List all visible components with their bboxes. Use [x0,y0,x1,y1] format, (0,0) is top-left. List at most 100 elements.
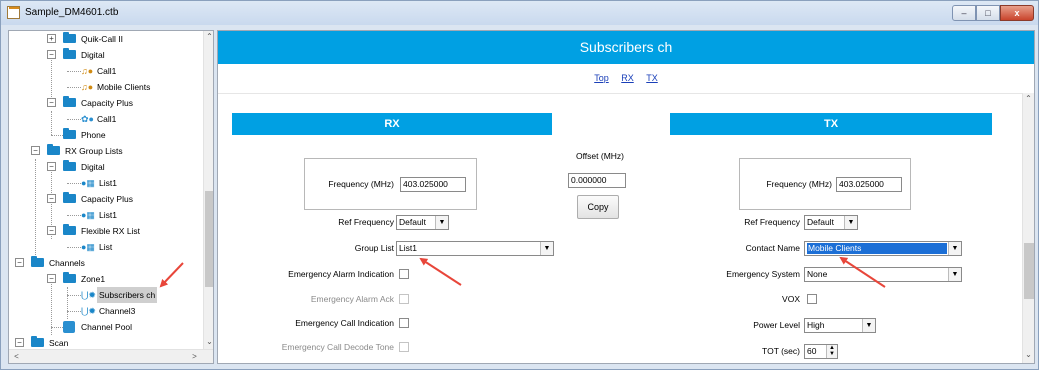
tree-item-label: Call1 [97,114,117,124]
divider [218,93,1022,94]
scrollbar-thumb[interactable] [205,191,213,287]
collapse-icon[interactable]: − [47,50,56,59]
collapse-icon[interactable]: − [15,338,24,347]
collapse-icon[interactable]: − [31,146,40,155]
scroll-up-icon[interactable]: ⌃ [204,31,213,43]
list-icon: ●▦ [81,242,95,252]
chevron-down-icon: ▼ [948,242,961,255]
scroll-left-icon[interactable]: < [11,351,22,363]
tree-item-zone1[interactable]: − Zone1 [9,271,199,287]
emergency-call-decode-tone-checkbox[interactable] [399,342,409,352]
tree-item-label: Zone1 [81,274,106,284]
content-vertical-scrollbar[interactable]: ⌃ ⌄ [1022,93,1034,363]
emergency-call-indication-label: Emergency Call Indication [295,318,394,328]
tree-item-flexible-rx-list[interactable]: − Flexible RX List [9,223,199,239]
tree-item-digital[interactable]: − Digital [9,159,199,175]
tree-guide-line [67,71,81,72]
contact-icon: ♫● [81,82,94,92]
tree-item-channel3[interactable]: ⋃✹ Channel3 [9,303,199,319]
folder-icon [63,224,76,235]
tree-item-call1[interactable]: ♫● Call1 [9,63,199,79]
tx-frequency-input[interactable]: 403.025000 [836,177,902,192]
tree-item-label: Flexible RX List [81,226,141,236]
tree-guide-line [67,87,81,88]
minimize-button[interactable]: – [952,5,976,21]
emergency-alarm-ack-checkbox[interactable] [399,294,409,304]
collapse-icon[interactable]: − [47,98,56,107]
tree-item-quik-call-ii[interactable]: + Quik-Call II [9,31,199,47]
tree-item-label: Quik-Call II [81,34,124,44]
folder-icon [63,160,76,171]
tree-guide-line [67,183,81,184]
scroll-right-icon[interactable]: > [189,351,200,363]
vox-checkbox[interactable] [807,294,817,304]
channel-icon: ⋃✹ [81,306,96,316]
group-list-select[interactable]: List1 ▼ [396,241,554,256]
power-level-label: Power Level [753,320,800,330]
folder-icon [47,144,60,155]
tree-item-call1[interactable]: ✿● Call1 [9,111,199,127]
tx-ref-frequency-value: Default [807,217,834,227]
tree-guide-line [67,311,81,312]
offset-input[interactable]: 0.000000 [568,173,626,188]
stepper-arrows-icon[interactable]: ▲ ▼ [826,345,837,358]
tree-item-list[interactable]: ●▦ List [9,239,199,255]
nav-link-tx[interactable]: TX [646,73,658,83]
navigation-tree[interactable]: + Quik-Call II − Digital ♫● Call1 ♫● Mob… [8,30,214,364]
collapse-icon[interactable]: − [15,258,24,267]
tree-item-mobile-clients[interactable]: ♫● Mobile Clients [9,79,199,95]
rx-ref-frequency-select[interactable]: Default ▼ [396,215,449,230]
tree-item-label: Phone [81,130,106,140]
emergency-call-decode-tone-label: Emergency Call Decode Tone [281,342,394,352]
tree-item-label: RX Group Lists [65,146,123,156]
tree-item-channels[interactable]: − Channels [9,255,199,271]
tree-item-phone[interactable]: Phone [9,127,199,143]
tree-item-label: Channels [49,258,85,268]
tree-horizontal-scrollbar[interactable]: < > [9,349,213,363]
nav-link-rx[interactable]: RX [621,73,634,83]
tot-label: TOT (sec) [762,346,800,356]
collapse-icon[interactable]: − [47,162,56,171]
copy-button[interactable]: Copy [577,195,619,219]
tree-item-digital[interactable]: − Digital [9,47,199,63]
tree-item-label: Digital [81,50,105,60]
scroll-up-icon[interactable]: ⌃ [1023,93,1034,105]
tree-vertical-scrollbar[interactable]: ⌃ ⌄ [203,31,213,349]
tree-item-rx-group-lists[interactable]: − RX Group Lists [9,143,199,159]
emergency-alarm-ack-label: Emergency Alarm Ack [310,294,394,304]
scrollbar-thumb[interactable] [1024,243,1034,299]
scroll-down-icon[interactable]: ⌄ [1023,349,1034,361]
tree-item-channel-pool[interactable]: Channel Pool [9,319,199,335]
tree-item-label: Capacity Plus [81,194,133,204]
group-call-icon: ✿● [81,114,94,124]
tree-item-subscribers-ch[interactable]: ⋃✹ Subscribers ch [9,287,199,303]
rx-frequency-input[interactable]: 403.025000 [400,177,466,192]
tree-item-list1[interactable]: ●▦ List1 [9,207,199,223]
tree-item-label: List1 [99,178,117,188]
collapse-icon[interactable]: − [47,194,56,203]
collapse-icon[interactable]: − [47,226,56,235]
tree-guide-line [51,135,63,136]
nav-link-top[interactable]: Top [594,73,609,83]
tx-ref-frequency-select[interactable]: Default ▼ [804,215,858,230]
power-level-select[interactable]: High ▼ [804,318,876,333]
emergency-call-indication-checkbox[interactable] [399,318,409,328]
tree-item-list1[interactable]: ●▦ List1 [9,175,199,191]
rx-ref-frequency-value: Default [399,217,426,227]
rx-ref-frequency-label: Ref Frequency [338,217,394,227]
folder-icon [63,48,76,59]
tree-item-capacity-plus[interactable]: − Capacity Plus [9,191,199,207]
tree-item-capacity-plus[interactable]: − Capacity Plus [9,95,199,111]
contact-name-select[interactable]: Mobile Clients ▼ [804,241,962,256]
scroll-down-icon[interactable]: ⌄ [204,336,213,348]
folder-icon [63,128,76,139]
tot-stepper[interactable]: 60 ▲ ▼ [804,344,838,359]
close-button[interactable]: x [1000,5,1034,21]
emergency-system-label: Emergency System [726,269,800,279]
collapse-icon[interactable]: − [47,274,56,283]
expand-icon[interactable]: + [47,34,56,43]
emergency-alarm-indication-checkbox[interactable] [399,269,409,279]
emergency-system-select[interactable]: None ▼ [804,267,962,282]
tx-section-header: TX [670,113,992,135]
maximize-button[interactable]: □ [976,5,1000,21]
